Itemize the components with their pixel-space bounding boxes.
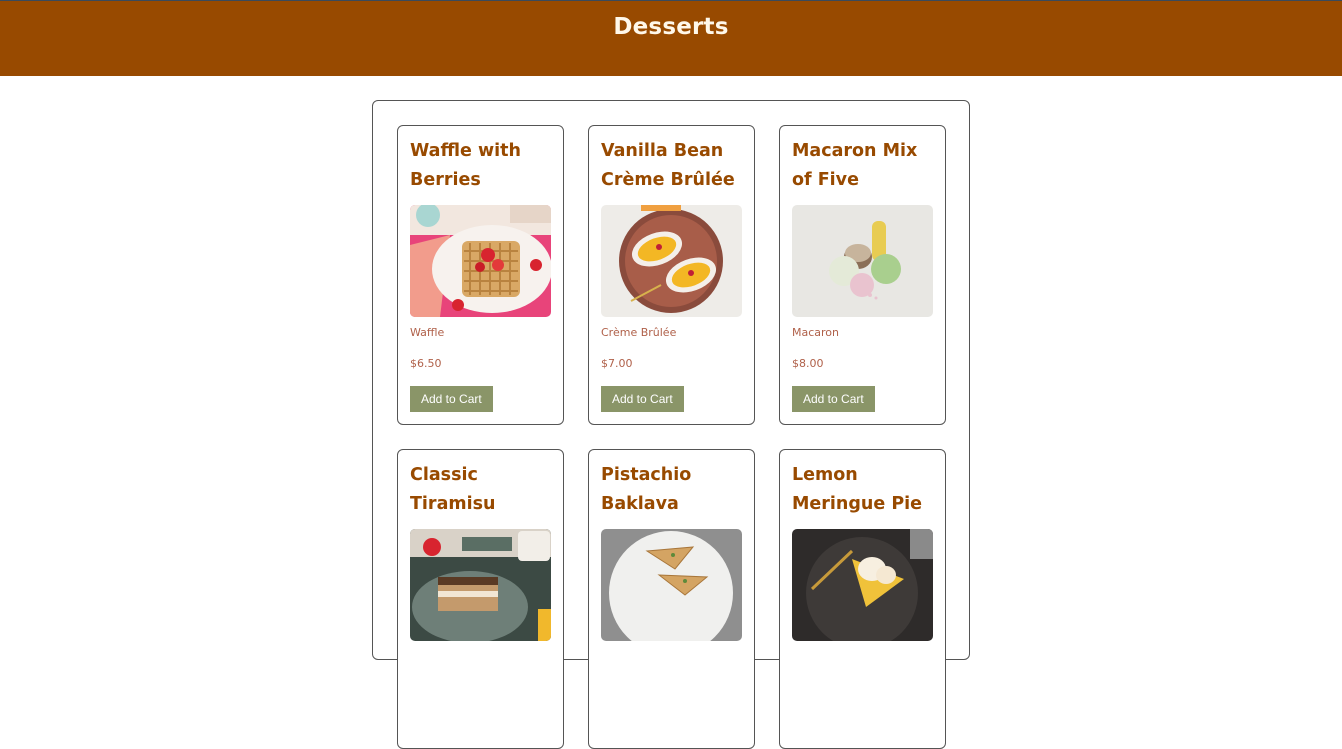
product-card-tiramisu: Classic Tiramisu — [397, 449, 564, 749]
product-category: Waffle — [410, 326, 445, 339]
product-name: Classic Tiramisu — [410, 465, 496, 514]
product-name: Vanilla Bean Crème Brûlée — [601, 141, 735, 190]
product-grid: Waffle with Berries Waffle $6.50 Add to … — [372, 100, 970, 749]
product-name: Pistachio Baklava — [601, 465, 692, 514]
add-to-cart-button[interactable]: Add to Cart — [792, 386, 875, 412]
macaron-image — [792, 205, 933, 317]
product-category: Crème Brûlée — [601, 326, 677, 339]
product-price: $7.00 — [601, 357, 633, 370]
product-price: $8.00 — [792, 357, 824, 370]
waffle-image — [410, 205, 551, 317]
product-price: $6.50 — [410, 357, 442, 370]
add-to-cart-button[interactable]: Add to Cart — [410, 386, 493, 412]
product-card-waffle: Waffle with Berries Waffle $6.50 Add to … — [397, 125, 564, 425]
add-to-cart-button[interactable]: Add to Cart — [601, 386, 684, 412]
product-card-lemon-pie: Lemon Meringue Pie — [779, 449, 946, 749]
page-header: Desserts — [0, 1, 1342, 76]
tiramisu-image — [410, 529, 551, 641]
lemon-pie-image — [792, 529, 933, 641]
product-name: Lemon Meringue Pie — [792, 465, 923, 514]
baklava-image — [601, 529, 742, 641]
product-name: Waffle with Berries — [410, 141, 521, 190]
product-card-creme-brulee: Vanilla Bean Crème Brûlée Crème Brûlée $… — [588, 125, 755, 425]
creme-brulee-image — [601, 205, 742, 317]
product-name: Macaron Mix of Five — [792, 141, 918, 190]
product-card-macaron: Macaron Mix of Five Macaron $8.00 Add to… — [779, 125, 946, 425]
product-card-baklava: Pistachio Baklava — [588, 449, 755, 749]
product-category: Macaron — [792, 326, 840, 339]
page-title: Desserts — [613, 13, 729, 40]
